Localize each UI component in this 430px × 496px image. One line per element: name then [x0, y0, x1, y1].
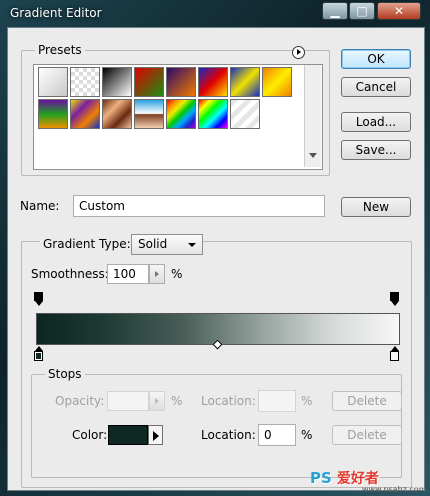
color-location-label: Location:	[201, 428, 256, 442]
gradient-type-label: Gradient Type:	[40, 237, 134, 251]
smoothness-unit: %	[171, 267, 183, 281]
opacity-unit: %	[171, 394, 183, 408]
smoothness-label: Smoothness:	[31, 267, 109, 281]
title-bar[interactable]: Gradient Editor ▁ □ ✕	[0, 0, 430, 26]
preset-swatch-foreground-to-transparent[interactable]	[70, 67, 100, 97]
opacity-location-label: Location:	[201, 394, 256, 408]
preset-swatch-chrome[interactable]	[134, 99, 164, 129]
preset-swatch-orange-yellow-orange[interactable]	[262, 67, 292, 97]
watermark-ps: PS	[310, 469, 332, 487]
opacity-delete-button[interactable]: Delete	[332, 391, 402, 411]
preset-swatch-black-white[interactable]	[102, 67, 132, 97]
opacity-label: Opacity:	[55, 394, 105, 408]
preset-swatch-transparent-stripes[interactable]	[230, 99, 260, 129]
arrow-right-icon	[155, 398, 159, 404]
watermark-logo: PS 爱好者 www.psahz.com	[310, 468, 426, 494]
preset-swatch-violet-orange[interactable]	[166, 67, 196, 97]
gradient-type-value: Solid	[138, 237, 168, 251]
watermark-url: www.psahz.com	[362, 485, 427, 494]
cancel-button[interactable]: Cancel	[341, 77, 411, 97]
preset-swatch-foreground-to-background[interactable]	[38, 67, 68, 97]
color-location-unit: %	[301, 428, 313, 442]
presets-title: Presets	[35, 43, 85, 57]
maximize-button[interactable]: □	[349, 2, 375, 20]
preset-swatch-red-green[interactable]	[134, 67, 164, 97]
arrow-right-icon	[155, 271, 159, 277]
preset-swatch-blue-red-yellow[interactable]	[198, 67, 228, 97]
new-button[interactable]: New	[341, 197, 411, 217]
preset-swatch-blue-yellow-blue[interactable]	[230, 67, 260, 97]
load-button[interactable]: Load...	[341, 112, 411, 132]
opacity-location-unit: %	[301, 394, 313, 408]
dialog-client: Presets OK Cancel Load... Save... Name: …	[7, 27, 425, 491]
arrow-right-icon	[153, 431, 159, 441]
smoothness-stepper[interactable]	[149, 264, 165, 284]
window-title: Gradient Editor	[10, 6, 102, 20]
name-label: Name:	[20, 199, 60, 213]
preset-swatch-copper[interactable]	[102, 99, 132, 129]
preset-swatch-spectrum[interactable]	[166, 99, 196, 129]
preset-swatch-transparent-rainbow[interactable]	[198, 99, 228, 129]
preset-swatch-yellow-violet-orange-blue[interactable]	[70, 99, 100, 129]
close-button[interactable]: ✕	[377, 2, 421, 20]
color-menu-button[interactable]	[148, 425, 163, 445]
window-frame: Gradient Editor ▁ □ ✕ Presets OK Cancel …	[0, 0, 430, 496]
color-delete-button[interactable]: Delete	[332, 425, 402, 445]
maximize-icon: □	[356, 4, 368, 18]
preset-swatch-violet-green-orange[interactable]	[38, 99, 68, 129]
close-icon: ✕	[393, 4, 405, 18]
smoothness-input[interactable]: 100	[107, 264, 149, 284]
presets-scrollbar[interactable]	[304, 65, 321, 167]
opacity-input[interactable]	[107, 391, 149, 411]
save-button[interactable]: Save...	[341, 140, 411, 160]
circle-arrow-icon[interactable]	[292, 46, 305, 59]
opacity-location-input[interactable]	[258, 390, 296, 412]
minimize-button[interactable]: ▁	[322, 2, 348, 20]
presets-grid	[33, 64, 323, 170]
minimize-icon: ▁	[330, 4, 340, 18]
stop-color-swatch[interactable]	[108, 425, 148, 445]
gradient-type-select[interactable]: Solid	[131, 234, 203, 255]
chevron-down-icon	[188, 243, 196, 247]
ok-button[interactable]: OK	[341, 49, 411, 69]
color-location-input[interactable]: 0	[258, 424, 296, 446]
opacity-stepper[interactable]	[149, 391, 165, 411]
color-label: Color:	[72, 428, 108, 442]
stops-title: Stops	[45, 367, 85, 381]
name-input[interactable]: Custom	[73, 195, 325, 217]
scroll-down-icon[interactable]	[309, 153, 317, 158]
